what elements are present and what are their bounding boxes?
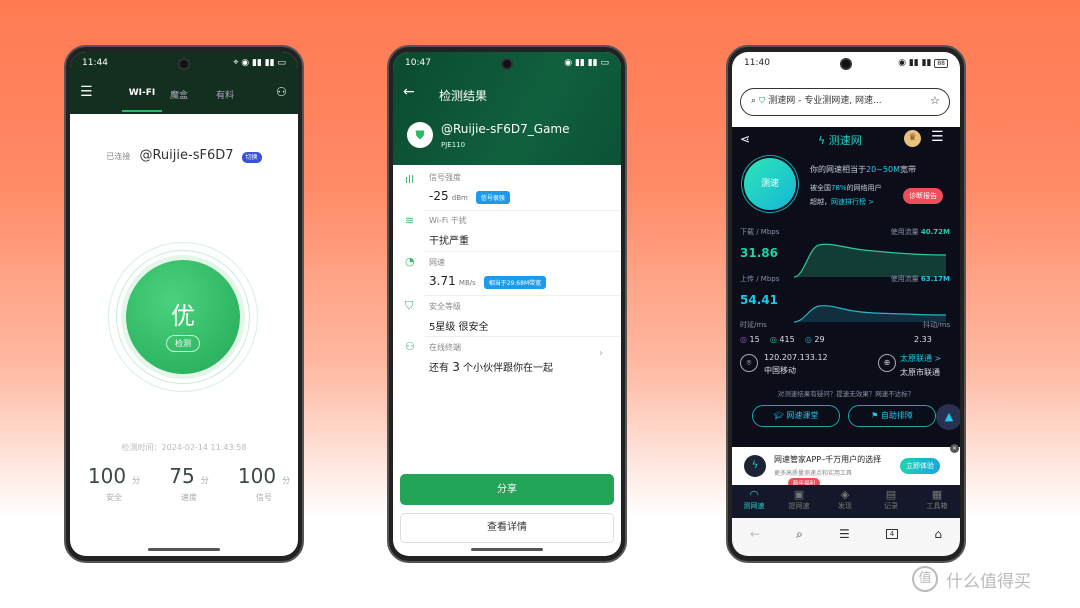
- connected-label: 已连接: [106, 152, 131, 161]
- ssid: @Ruijie-sF6D7_Game: [441, 122, 570, 136]
- tab-magic-box[interactable]: 魔盒: [170, 88, 188, 101]
- item-interference: Wi-Fi 干扰 干扰严重: [429, 216, 469, 247]
- status-time: 11:40: [744, 58, 770, 68]
- signal-icon: ıll: [405, 173, 415, 186]
- interference-icon: ≋: [405, 214, 415, 227]
- camera: [178, 58, 190, 70]
- speedometer-icon: ◔: [405, 255, 415, 268]
- share-icon[interactable]: ⋖: [740, 132, 750, 146]
- users-icon: ⚇: [405, 340, 415, 353]
- detect-button[interactable]: 检测: [166, 335, 200, 352]
- speed-class-button[interactable]: 🎓︎ 网速课堂: [752, 405, 840, 427]
- item-speed: 网速 3.71 MB/s 相当于29.68M带宽: [429, 257, 547, 289]
- gauge-icon: ◠: [749, 488, 759, 501]
- tab-content[interactable]: 有料: [216, 88, 234, 101]
- nav-speed-test[interactable]: ◠ 测网速: [732, 488, 776, 511]
- share-button[interactable]: 分享: [400, 474, 614, 505]
- try-now-button: 立即体验: [900, 458, 940, 474]
- ranking-link[interactable]: 网速排行榜 >: [831, 198, 874, 206]
- download-graph: [794, 243, 946, 278]
- item-security: 安全等级 5星级 很安全: [429, 302, 489, 333]
- menu-icon[interactable]: ☰: [80, 84, 93, 100]
- back-arrow-icon[interactable]: ←: [403, 84, 415, 100]
- switch-button[interactable]: 切换: [241, 152, 262, 163]
- app-logo-icon: ϟ: [744, 455, 766, 477]
- upload-value: 54.41: [740, 293, 778, 307]
- ssid: @Ruijie-sF6D7: [139, 148, 234, 163]
- url-bar[interactable]: ⌕ ⛉ 测速网 - 专业测网速, 网速...: [740, 88, 950, 116]
- menu-icon[interactable]: ☰: [839, 527, 850, 541]
- nav-boost[interactable]: ▣ 提网速: [777, 488, 821, 511]
- watermark: 值 什么值得买: [912, 566, 1031, 592]
- home-indicator[interactable]: [471, 548, 543, 551]
- back-icon[interactable]: ←: [750, 527, 760, 541]
- graduation-cap-icon: 🎓︎: [773, 411, 784, 420]
- self-troubleshoot-button[interactable]: ⚑ 自助排障: [848, 405, 936, 427]
- device-name: PJE110: [441, 141, 466, 149]
- check-time: 检测时间：2024-02-14 11:43:58: [121, 443, 247, 452]
- nav-records[interactable]: ▤ 记录: [869, 488, 913, 511]
- chevron-right-icon[interactable]: ›: [599, 348, 603, 359]
- globe-icon: ⊕: [878, 354, 896, 372]
- grade: 优: [171, 302, 195, 330]
- status-time: 10:47: [405, 58, 431, 68]
- close-icon: ×: [950, 444, 959, 453]
- rocket-icon[interactable]: ▲: [936, 404, 960, 430]
- tabs-icon[interactable]: 4: [885, 529, 899, 539]
- vip-crown-icon[interactable]: ♛: [904, 130, 921, 147]
- report-button[interactable]: 诊断报告: [903, 188, 943, 204]
- search-icon[interactable]: ⌕: [751, 96, 756, 106]
- chip-icon: ▣: [793, 488, 805, 501]
- user-icon[interactable]: ⚇: [276, 85, 287, 99]
- upload-graph: [794, 305, 946, 323]
- score-circle[interactable]: 优 检测: [126, 260, 240, 374]
- download-value: 31.86: [740, 246, 778, 260]
- location-icon: ⌾: [740, 354, 758, 372]
- router-logo-icon: ⛊: [407, 122, 433, 148]
- home-icon[interactable]: ⌂: [934, 527, 942, 541]
- home-indicator[interactable]: [148, 548, 220, 551]
- secure-shield-icon: ⛉: [758, 96, 766, 106]
- view-details-button[interactable]: 查看详情: [400, 513, 614, 543]
- chart-icon: ▤: [885, 488, 897, 501]
- nav-discover[interactable]: ◈ 发现: [823, 488, 867, 511]
- phone-wifi-app: 11:44 ⌖ ◉ ▮▮ ▮▮ ▭ ☰ WI-FI 魔盒 有料 ⚇ 已连接 @Ru…: [64, 45, 304, 563]
- menu-icon[interactable]: ☰: [931, 129, 944, 145]
- score-security: 100 分安全: [87, 464, 141, 502]
- server-link[interactable]: 太原联通 >: [900, 353, 941, 364]
- ad-banner[interactable]: ϟ 网速管家APP–千万用户的选择 更多高质量测速点和实用工具 立即体验 ×: [732, 444, 960, 485]
- phone-result-app: 10:47 ◉ ▮▮ ▮▮ ▭ ← 检测结果 ⛊ @Ruijie-sF6D7_Ga…: [387, 45, 627, 563]
- score-signal: 100 分信号: [237, 464, 291, 502]
- test-button[interactable]: 测速: [744, 158, 796, 210]
- brand-logo: ϟ 测速网: [818, 134, 862, 147]
- toolbox-icon: ▦: [931, 488, 943, 501]
- shield-icon: ⛉: [405, 299, 414, 312]
- brand-icon: ϟ: [818, 134, 826, 147]
- item-signal: 信号强度 -25 dBm 信号很强: [429, 172, 510, 204]
- compass-icon: ◈: [840, 488, 850, 501]
- item-online-devices[interactable]: 在线终端 还有 3 个小伙伴跟你在一起: [429, 342, 609, 374]
- phone-speedtest-browser: 11:40 ◉ ▮▮ ▮▮ 88 ⌕ ⛉ 测速网 - 专业测网速, 网速... ☆…: [726, 45, 966, 563]
- page-title: 检测结果: [439, 89, 488, 103]
- signpost-icon: ⚑: [871, 411, 879, 420]
- watermark-logo: 值: [912, 566, 938, 592]
- star-icon[interactable]: ☆: [930, 94, 940, 107]
- search-icon[interactable]: ⌕: [796, 527, 803, 542]
- status-time: 11:44: [82, 58, 108, 68]
- tab-wifi[interactable]: WI-FI: [122, 88, 162, 98]
- nav-toolbox[interactable]: ▦ 工具箱: [915, 488, 959, 511]
- score-speed: 75 分速度: [169, 464, 209, 502]
